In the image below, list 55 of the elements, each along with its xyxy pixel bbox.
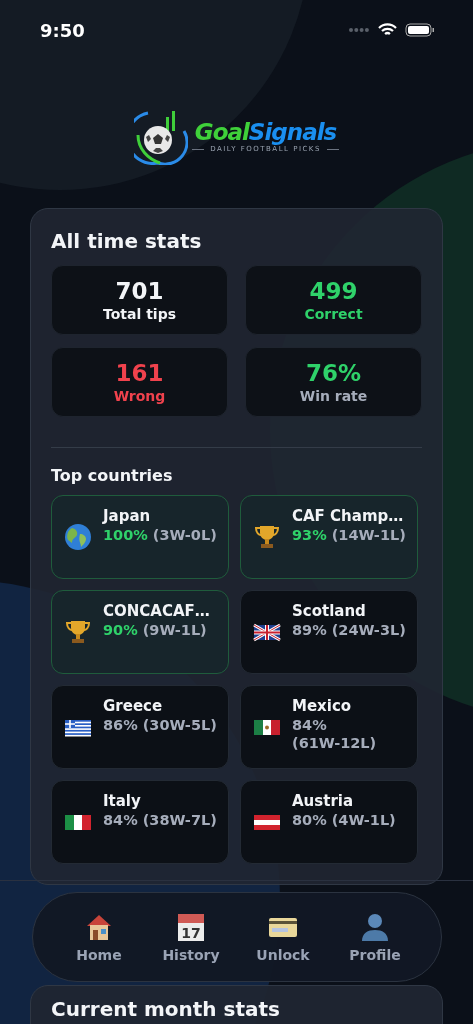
win-loss-record: (38W-7L): [142, 812, 217, 828]
win-percent: 89%: [292, 622, 327, 638]
win-loss-record: (4W-1L): [331, 812, 396, 828]
country-name: Scotland: [292, 602, 367, 620]
tab-bar-item[interactable]: Profile: [329, 893, 421, 981]
win-percent: 100%: [103, 527, 148, 543]
country-name: CAF Champ…: [292, 507, 405, 525]
wifi-icon: [378, 23, 397, 37]
win-loss-record: (3W-0L): [152, 527, 217, 543]
globe-icon: [63, 522, 93, 552]
card-title: Current month stats: [51, 997, 281, 1021]
country-name: Mexico: [292, 697, 353, 715]
country-card[interactable]: Greece 86% (30W-5L): [51, 685, 229, 769]
brand-name: GoalSignals: [194, 119, 337, 145]
win-loss-record: (61W-12L): [292, 735, 377, 751]
country-name: Greece: [103, 697, 164, 715]
country-card[interactable]: Italy 84% (38W-7L): [51, 780, 229, 864]
status-time: 9:50: [40, 19, 85, 41]
win-loss-record: (14W-1L): [331, 527, 406, 543]
country-name: Austria: [292, 792, 355, 810]
win-loss-record: (30W-5L): [142, 717, 217, 733]
section-title: Top countries: [51, 466, 174, 485]
tab-bar-item[interactable]: Home: [53, 893, 145, 981]
person-icon: [359, 911, 391, 943]
stat-label: Total tips: [103, 306, 176, 322]
card-title: All time stats: [51, 229, 203, 253]
tab-bar-item[interactable]: Unlock: [237, 893, 329, 981]
country-name: CONCACAF…: [103, 602, 211, 620]
win-percent: 84%: [292, 717, 327, 733]
country-card[interactable]: CAF Champ… 93% (14W-1L): [240, 495, 418, 579]
country-name: Italy: [103, 792, 142, 810]
stat-label: Win rate: [299, 388, 368, 404]
country-card[interactable]: Mexico 84% (61W-12L): [240, 685, 418, 769]
battery-icon: [405, 23, 435, 37]
stat-value: 76%: [305, 360, 362, 386]
signal-icon: [348, 27, 370, 33]
win-percent: 93%: [292, 527, 327, 543]
stat-value: 701: [115, 278, 164, 304]
calendar-icon: 17: [175, 911, 207, 943]
stat-value: 499: [309, 278, 358, 304]
country-card[interactable]: Japan 100% (3W-0L): [51, 495, 229, 579]
win-percent: 90%: [103, 622, 138, 638]
win-percent: 84%: [103, 812, 138, 828]
country-card[interactable]: Austria 80% (4W-1L): [240, 780, 418, 864]
country-card[interactable]: Scotland 89% (24W-3L): [240, 590, 418, 674]
win-loss-record: (24W-3L): [331, 622, 406, 638]
win-percent: 80%: [292, 812, 327, 828]
stat-label: Correct: [304, 306, 363, 322]
tab-bar-item[interactable]: 17 History: [145, 893, 237, 981]
country-name: Japan: [103, 507, 152, 525]
stat-label: Wrong: [113, 388, 166, 404]
country-card[interactable]: CONCACAF… 90% (9W-1L): [51, 590, 229, 674]
win-loss-record: (9W-1L): [142, 622, 207, 638]
win-percent: 86%: [103, 717, 138, 733]
stat-value: 161: [115, 360, 164, 386]
